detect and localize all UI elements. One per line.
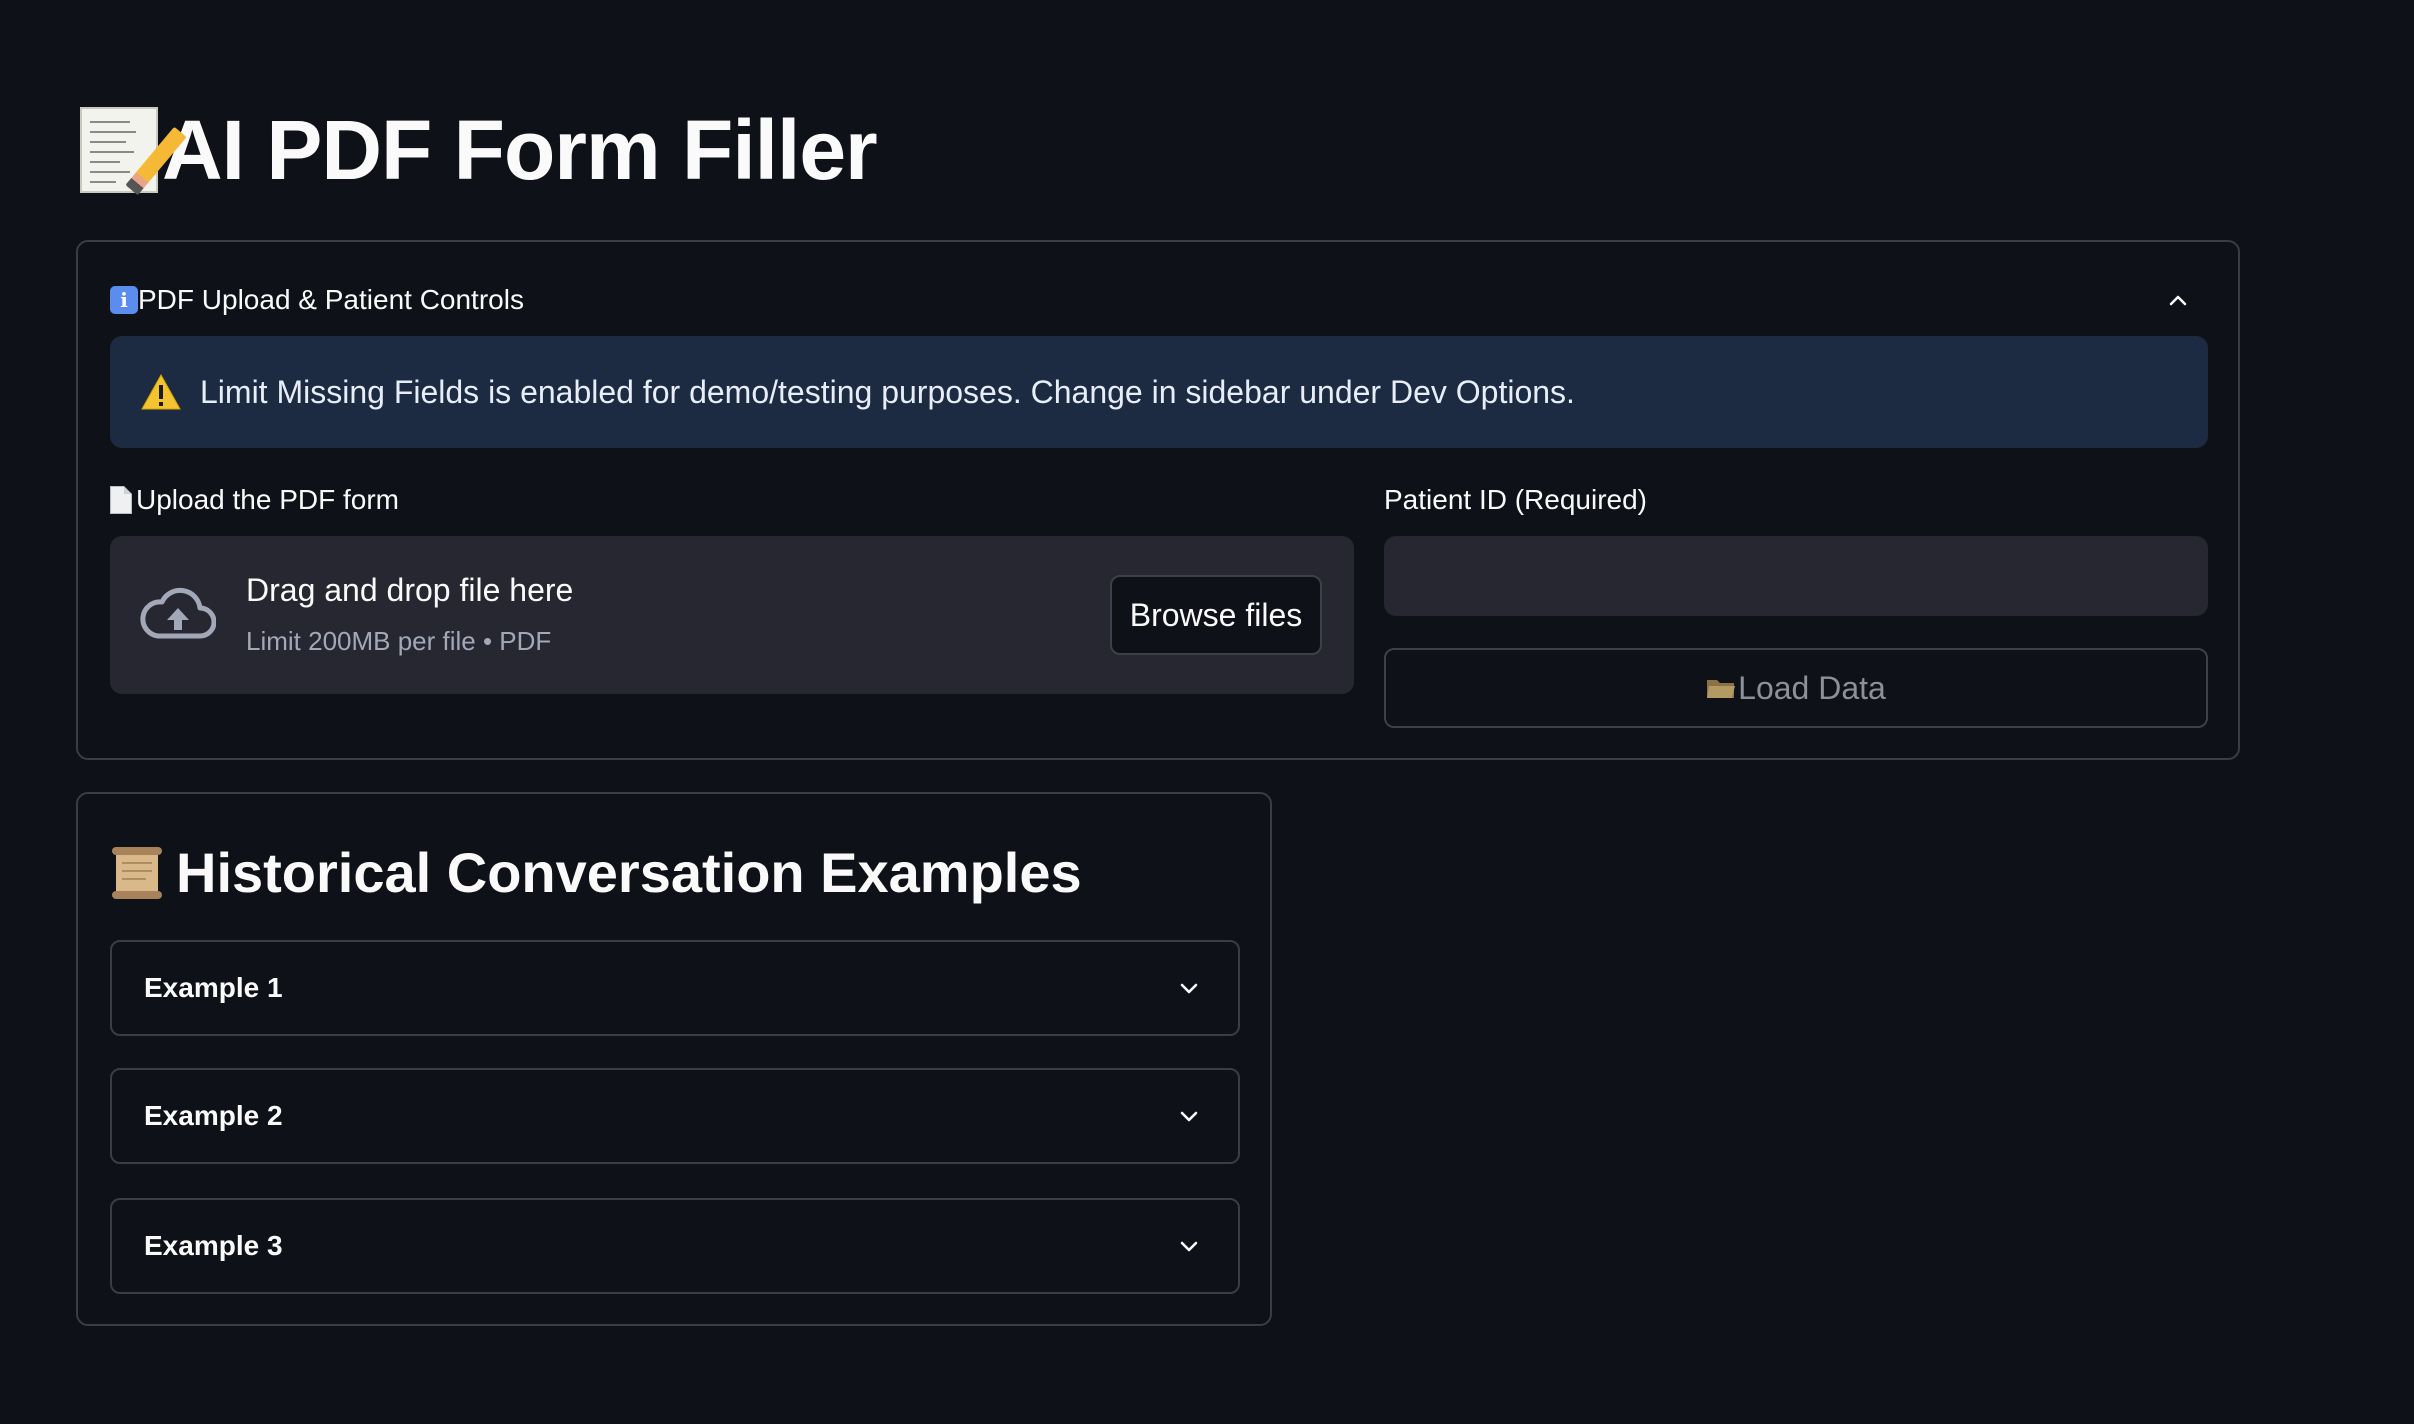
history-container: Historical Conversation Examples Example… xyxy=(76,792,1272,1326)
expander-title: PDF Upload & Patient Controls xyxy=(138,284,524,315)
warning-text: Limit Missing Fields is enabled for demo… xyxy=(200,373,1575,410)
cloud-upload-icon xyxy=(140,587,216,639)
example-label: Example 2 xyxy=(144,1100,283,1131)
upload-label-text: Upload the PDF form xyxy=(136,484,399,515)
folder-icon xyxy=(1707,680,1736,698)
app-page: AI PDF Form Filler i PDF Upload & Patien… xyxy=(0,0,2414,1424)
upload-label: Upload the PDF form xyxy=(110,480,399,520)
chevron-down-icon[interactable] xyxy=(1178,980,1200,998)
browse-files-button[interactable]: Browse files xyxy=(1110,575,1322,655)
info-icon: i xyxy=(110,286,138,314)
scroll-icon xyxy=(112,846,162,899)
warning-icon xyxy=(141,373,181,410)
history-title: Historical Conversation Examples xyxy=(110,840,1082,905)
example-expander-1[interactable]: Example 1 xyxy=(110,940,1240,1036)
page-title: AI PDF Form Filler xyxy=(80,100,878,200)
chevron-down-icon[interactable] xyxy=(1178,1238,1200,1256)
example-label: Example 3 xyxy=(144,1230,283,1261)
history-title-text: Historical Conversation Examples xyxy=(176,841,1082,904)
page-title-text: AI PDF Form Filler xyxy=(162,102,878,197)
memo-icon xyxy=(80,107,187,196)
example-expander-2[interactable]: Example 2 xyxy=(110,1068,1240,1164)
load-data-button[interactable]: Load Data xyxy=(1384,648,2208,728)
chevron-up-icon[interactable] xyxy=(2168,290,2188,310)
upload-controls-expander: i PDF Upload & Patient Controls Limit Mi… xyxy=(76,240,2240,760)
chevron-down-icon[interactable] xyxy=(1178,1108,1200,1126)
file-dropzone[interactable]: Drag and drop file here Limit 200MB per … xyxy=(110,536,1354,694)
dropzone-subtitle: Limit 200MB per file • PDF xyxy=(246,626,552,656)
expander-header[interactable]: i PDF Upload & Patient Controls xyxy=(110,272,2206,328)
example-label: Example 1 xyxy=(144,972,283,1003)
load-data-label: Load Data xyxy=(1738,669,1886,706)
document-icon xyxy=(110,486,132,514)
patient-id-input[interactable] xyxy=(1384,536,2208,616)
dropzone-title: Drag and drop file here xyxy=(246,572,574,608)
patient-id-label: Patient ID (Required) xyxy=(1384,484,1648,515)
example-expander-3[interactable]: Example 3 xyxy=(110,1198,1240,1294)
warning-alert: Limit Missing Fields is enabled for demo… xyxy=(110,336,2208,448)
